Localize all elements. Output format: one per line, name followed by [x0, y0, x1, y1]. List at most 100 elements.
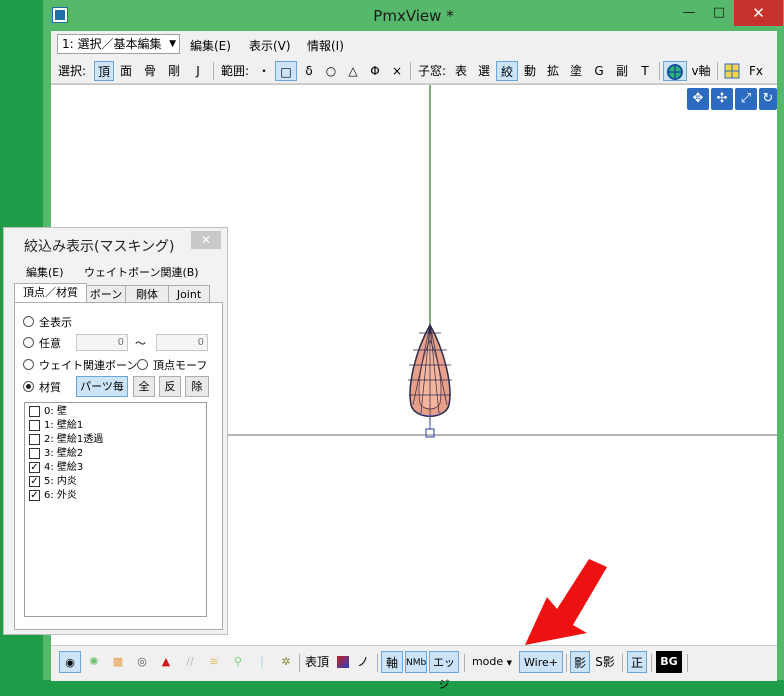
material-checkbox[interactable]: ✓	[29, 490, 40, 501]
bg-button[interactable]: BG	[656, 651, 682, 673]
title-bar[interactable]: PmxView * — □ ✕	[43, 0, 784, 32]
close-button[interactable]: ✕	[734, 0, 783, 26]
point-icon: ◉	[65, 656, 75, 669]
slash-button[interactable]: //	[179, 651, 201, 673]
range-point-button[interactable]: ・	[255, 61, 273, 81]
gizmo-button[interactable]	[663, 61, 687, 81]
material-checkbox[interactable]: ✓	[29, 476, 40, 487]
point-mode-button[interactable]: ◉	[59, 651, 81, 673]
tab-rigid[interactable]: 剛体	[125, 285, 169, 303]
per-part-button[interactable]: パーツ毎	[76, 376, 128, 397]
radio-weight-bone[interactable]	[23, 359, 34, 370]
figure-icon: ⚲	[233, 655, 243, 668]
divider	[687, 654, 688, 672]
v-axis-button[interactable]: v軸	[689, 61, 713, 81]
no-button[interactable]: ノ	[354, 651, 372, 673]
stripe-icon: ≋	[209, 655, 219, 668]
color-swatch-icon	[337, 656, 349, 668]
ring-button[interactable]: ◎	[131, 651, 153, 673]
material-checkbox[interactable]	[29, 406, 40, 417]
divider	[299, 654, 300, 672]
zoom-icon[interactable]: ⤢	[735, 88, 757, 110]
subwin-paint-button[interactable]: 塗	[566, 61, 586, 81]
subwin-expand-button[interactable]: 拡	[543, 61, 563, 81]
grid-icon	[724, 63, 740, 79]
material-checkbox[interactable]	[29, 420, 40, 431]
range-rect-button[interactable]: □	[275, 61, 297, 81]
color-swatch-button[interactable]	[334, 651, 352, 673]
subwin-filter-button[interactable]: 絞	[496, 61, 518, 81]
stripe-button[interactable]: ≋	[203, 651, 225, 673]
material-checkbox[interactable]	[29, 448, 40, 459]
maximize-button[interactable]: □	[704, 0, 734, 26]
material-label: 2: 壁絵1透過	[44, 434, 104, 445]
select-face-button[interactable]: 面	[116, 61, 136, 81]
menu-edit[interactable]: 編集(E)	[190, 37, 231, 54]
select-joint-button[interactable]: J	[188, 61, 208, 81]
tab-vertex-material[interactable]: 頂点／材質	[14, 283, 87, 303]
edge-button[interactable]: エッジ	[429, 651, 459, 691]
radio-all[interactable]	[23, 316, 34, 327]
panel-close-button[interactable]: ✕	[191, 231, 221, 249]
select-all-button[interactable]: 全	[133, 376, 155, 397]
range-delta-button[interactable]: δ	[299, 61, 319, 81]
radio-vertex-morph[interactable]	[137, 359, 148, 370]
surface-vertex-button[interactable]: 表頂	[303, 651, 331, 673]
nm-button[interactable]: NMb	[405, 651, 427, 673]
tab-bone[interactable]: ボーン	[86, 285, 126, 303]
material-label: 5: 内炎	[44, 476, 77, 487]
joint-button[interactable]: ✲	[275, 651, 297, 673]
subwin-table-button[interactable]: 表	[451, 61, 471, 81]
subwin-sub-button[interactable]: 副	[612, 61, 632, 81]
subwin-motion-button[interactable]: 動	[520, 61, 540, 81]
grid-button[interactable]	[721, 61, 743, 81]
subwin-select-button[interactable]: 選	[474, 61, 494, 81]
ortho-button[interactable]: 正	[627, 651, 647, 673]
radio-any[interactable]	[23, 337, 34, 348]
select-vertex-button[interactable]: 頂	[94, 61, 114, 81]
range-circle-button[interactable]: ○	[321, 61, 341, 81]
panel-menu-weight-bone[interactable]: ウェイトボーン関連(B)	[84, 264, 199, 280]
minimize-button[interactable]: —	[674, 0, 704, 26]
move-view-icon[interactable]: ✥	[687, 88, 709, 110]
pan-icon[interactable]: ✣	[711, 88, 733, 110]
material-checkbox[interactable]	[29, 434, 40, 445]
mode-select[interactable]: 1: 選択／基本編集 ▼	[57, 34, 180, 54]
divider	[213, 62, 214, 80]
axis-button[interactable]: 軸	[381, 651, 403, 673]
select-rigid-button[interactable]: 剛	[164, 61, 184, 81]
any-from-input[interactable]: 0	[76, 334, 128, 351]
radio-material[interactable]	[23, 381, 34, 392]
range-phi-button[interactable]: Φ	[365, 61, 385, 81]
flame-model	[408, 323, 452, 438]
self-shadow-button[interactable]: S影	[592, 651, 618, 673]
range-triangle-button[interactable]: △	[343, 61, 363, 81]
range-label: 範囲:	[220, 64, 250, 78]
menu-view[interactable]: 表示(V)	[249, 37, 291, 54]
invert-button[interactable]: 反	[159, 376, 181, 397]
range-clear-button[interactable]: ×	[387, 61, 407, 81]
wire-plus-button[interactable]: Wire+	[519, 651, 563, 673]
tab-joint[interactable]: Joint	[168, 285, 210, 303]
subwin-t-button[interactable]: T	[635, 61, 655, 81]
subwin-group-button[interactable]: G	[589, 61, 609, 81]
any-to-input[interactable]: 0	[156, 334, 208, 351]
spark-button[interactable]: ✺	[83, 651, 105, 673]
window-title: PmxView *	[373, 7, 454, 25]
hatch-button[interactable]: ▩	[107, 651, 129, 673]
select-bone-button[interactable]: 骨	[140, 61, 160, 81]
shadow-button[interactable]: 影	[570, 651, 590, 673]
triangle-button[interactable]: ▲	[155, 651, 177, 673]
remove-button[interactable]: 除	[185, 376, 209, 397]
mode-dropdown[interactable]: mode ▼	[469, 651, 515, 673]
figure-button[interactable]: ⚲	[227, 651, 249, 673]
material-checkbox[interactable]: ✓	[29, 462, 40, 473]
rotate-icon[interactable]: ↻	[759, 88, 777, 110]
bone-button[interactable]: ❘	[251, 651, 273, 673]
material-label: 1: 壁絵1	[44, 420, 84, 431]
spark-icon: ✺	[89, 655, 99, 668]
panel-menu-edit[interactable]: 編集(E)	[26, 264, 64, 280]
radio-all-label: 全表示	[39, 316, 72, 329]
fx-button[interactable]: Fx	[745, 61, 767, 81]
menu-info[interactable]: 情報(I)	[307, 37, 344, 54]
